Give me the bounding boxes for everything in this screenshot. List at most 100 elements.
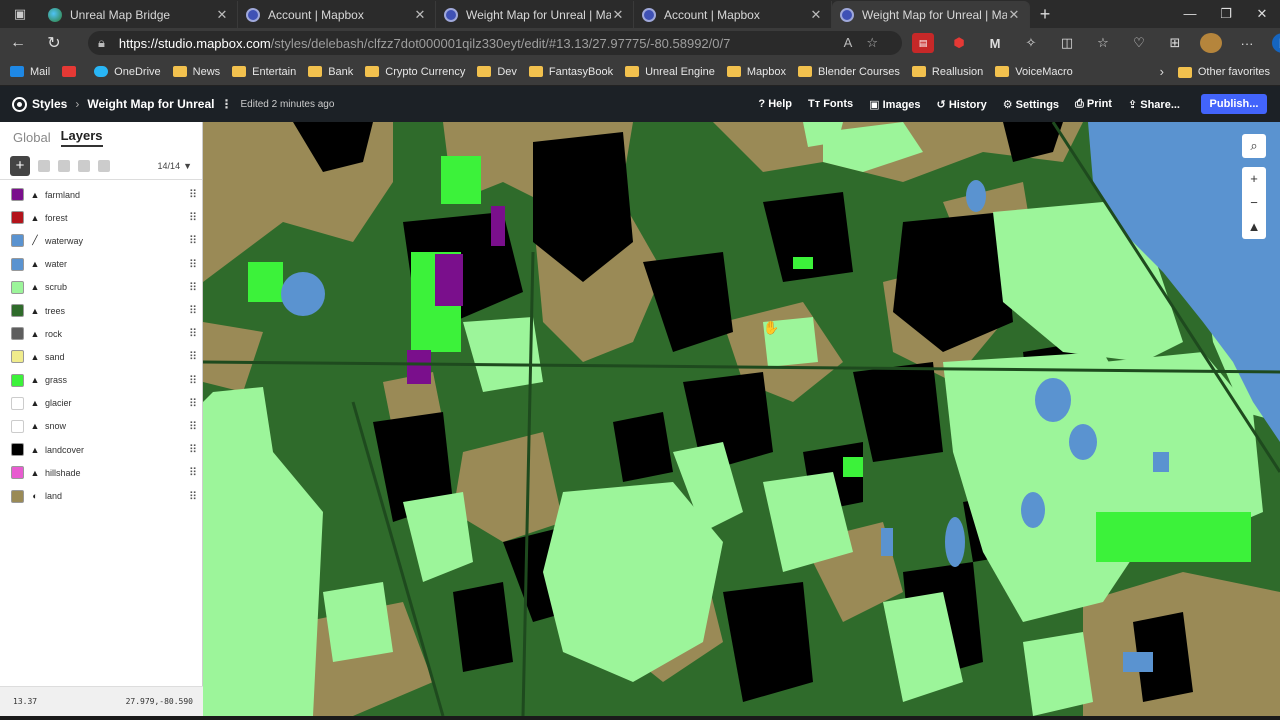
style-options-icon[interactable]: ⋮ [220,97,232,111]
landcover-map[interactable]: ✋ [203,122,1280,716]
close-tab-icon[interactable]: ✕ [413,7,427,23]
add-layer-button[interactable]: + [10,155,30,176]
more-icon[interactable]: ··· [1236,33,1258,53]
bookmark-item[interactable]: OneDrive [94,66,161,78]
chevron-right-icon[interactable]: › [1160,64,1164,79]
drag-handle-icon[interactable]: ⠿ [182,397,202,410]
duplicate-icon[interactable] [38,159,50,172]
drag-handle-icon[interactable]: ⠿ [182,420,202,433]
drag-handle-icon[interactable]: ⠿ [182,281,202,294]
extension-icon[interactable]: M [984,33,1006,53]
layer-item-rock[interactable]: ▲ rock ⠿ [0,322,202,345]
browser-tab[interactable]: Weight Map for Unreal | Mapbox✕ [436,1,634,28]
favorites-icon[interactable]: ☆ [1092,33,1114,53]
drag-handle-icon[interactable]: ⠿ [182,211,202,224]
minimize-icon[interactable]: — [1172,0,1208,28]
images-button[interactable]: ▣ Images [869,98,920,111]
split-screen-icon[interactable]: ◫ [1056,33,1078,53]
extension-icon[interactable]: ▤ [912,33,934,53]
drag-handle-icon[interactable]: ⠿ [182,234,202,247]
drag-handle-icon[interactable]: ⠿ [182,327,202,340]
folder-icon[interactable] [58,159,70,172]
browser-tab[interactable]: Account | Mapbox ✕ [634,1,832,28]
bookmark-item[interactable]: FantasyBook [528,66,613,78]
bookmark-item[interactable]: Blender Courses [797,66,900,78]
bookmark-item[interactable]: Unreal Engine [625,66,715,78]
search-map-control[interactable]: ⌕ [1242,134,1266,158]
url-bar[interactable]: 🔒︎ https://studio.mapbox.com/styles/dele… [88,31,902,55]
layer-count[interactable]: 14/14 ▼ [158,161,192,171]
bookmark-item[interactable]: Reallusion [911,66,983,78]
browser-tab[interactable]: Unreal Map Bridge ✕ [40,1,238,28]
drag-handle-icon[interactable]: ⠿ [182,443,202,456]
browser-tab[interactable]: Weight Map for Unreal | Mapbox✕ [832,1,1030,28]
layer-item-land[interactable]: ◐ land ⠿ [0,484,202,507]
layer-item-forest[interactable]: ▲ forest ⠿ [0,206,202,229]
history-button[interactable]: ↺ History [937,98,987,111]
close-tab-icon[interactable]: ✕ [1007,7,1021,23]
close-tab-icon[interactable]: ✕ [809,7,823,23]
browser-tab[interactable]: Account | Mapbox ✕ [238,1,436,28]
bookmark-item[interactable]: Mapbox [726,66,786,78]
print-button[interactable]: ⎙ Print [1075,98,1112,111]
layer-item-glacier[interactable]: ▲ glacier ⠿ [0,392,202,415]
layer-item-sand[interactable]: ▲ sand ⠿ [0,345,202,368]
publish-button[interactable]: Publish... [1201,94,1267,114]
bookmark-item[interactable]: Crypto Currency [365,66,465,78]
browser-essentials-icon[interactable]: ♡ [1128,33,1150,53]
youtube-bookmark[interactable] [62,66,82,77]
help-button[interactable]: ? Help [758,98,792,110]
bookmark-item[interactable]: Dev [477,66,517,78]
style-name[interactable]: Weight Map for Unreal [87,97,214,111]
read-aloud-icon[interactable]: A [844,35,867,50]
zoom-in-icon[interactable]: + [1242,167,1266,191]
drag-handle-icon[interactable]: ⠿ [182,466,202,479]
settings-button[interactable]: ⚙ Settings [1003,98,1059,111]
tab-global[interactable]: Global [13,130,51,145]
layer-item-landcover[interactable]: ▲ landcover ⠿ [0,438,202,461]
layer-item-hillshade[interactable]: ▲ hillshade ⠿ [0,461,202,484]
refresh-icon[interactable]: ↻ [36,33,72,53]
delete-icon[interactable] [98,159,110,172]
close-tab-icon[interactable]: ✕ [215,7,229,23]
drag-handle-icon[interactable]: ⠿ [182,374,202,387]
compass-icon[interactable]: ▲ [1242,215,1266,239]
other-favorites[interactable]: Other favorites [1177,66,1270,78]
bookmark-item[interactable]: Bank [308,66,353,78]
favorite-star-icon[interactable]: ☆ [866,35,892,50]
bookmark-item[interactable]: Entertain [232,66,296,78]
drag-handle-icon[interactable]: ⠿ [182,258,202,271]
maximize-icon[interactable]: ❐ [1208,0,1244,28]
layer-item-farmland[interactable]: ▲ farmland ⠿ [0,183,202,206]
share-button[interactable]: ⇪ Share... [1128,98,1180,111]
layer-item-snow[interactable]: ▲ snow ⠿ [0,415,202,438]
layer-item-waterway[interactable]: ╱ waterway ⠿ [0,229,202,252]
fonts-button[interactable]: Tт Fonts [808,98,853,110]
new-tab-button[interactable]: + [1030,1,1060,28]
close-tab-icon[interactable]: ✕ [611,7,625,23]
bookmark-item[interactable]: News [172,66,220,78]
drag-handle-icon[interactable]: ⠿ [182,490,202,503]
bookmark-item[interactable]: VoiceMacro [995,66,1073,78]
layer-item-water[interactable]: ▲ water ⠿ [0,253,202,276]
collections-icon[interactable]: ⊞ [1164,33,1186,53]
drag-handle-icon[interactable]: ⠿ [182,304,202,317]
layer-item-scrub[interactable]: ▲ scrub ⠿ [0,276,202,299]
layer-item-trees[interactable]: ▲ trees ⠿ [0,299,202,322]
tab-layers[interactable]: Layers [60,128,103,147]
extensions-icon[interactable]: ✧ [1020,33,1042,53]
zoom-out-icon[interactable]: − [1242,191,1266,215]
drag-handle-icon[interactable]: ⠿ [182,350,202,363]
extension-icon[interactable]: ⬢ [948,33,970,53]
close-window-icon[interactable]: ✕ [1244,0,1280,28]
layer-item-grass[interactable]: ▲ grass ⠿ [0,369,202,392]
hide-icon[interactable] [78,159,90,172]
profile-avatar[interactable] [1200,33,1222,53]
search-icon[interactable]: ⌕ [1242,134,1266,158]
tab-actions-icon[interactable]: ▣ [0,0,40,28]
bookmark-item[interactable]: Mail [10,66,50,78]
styles-link[interactable]: Styles [14,97,67,111]
bing-icon[interactable]: b [1272,33,1280,53]
map-canvas[interactable]: ✋ ⌕ + − ▲ [203,122,1280,716]
drag-handle-icon[interactable]: ⠿ [182,188,202,201]
